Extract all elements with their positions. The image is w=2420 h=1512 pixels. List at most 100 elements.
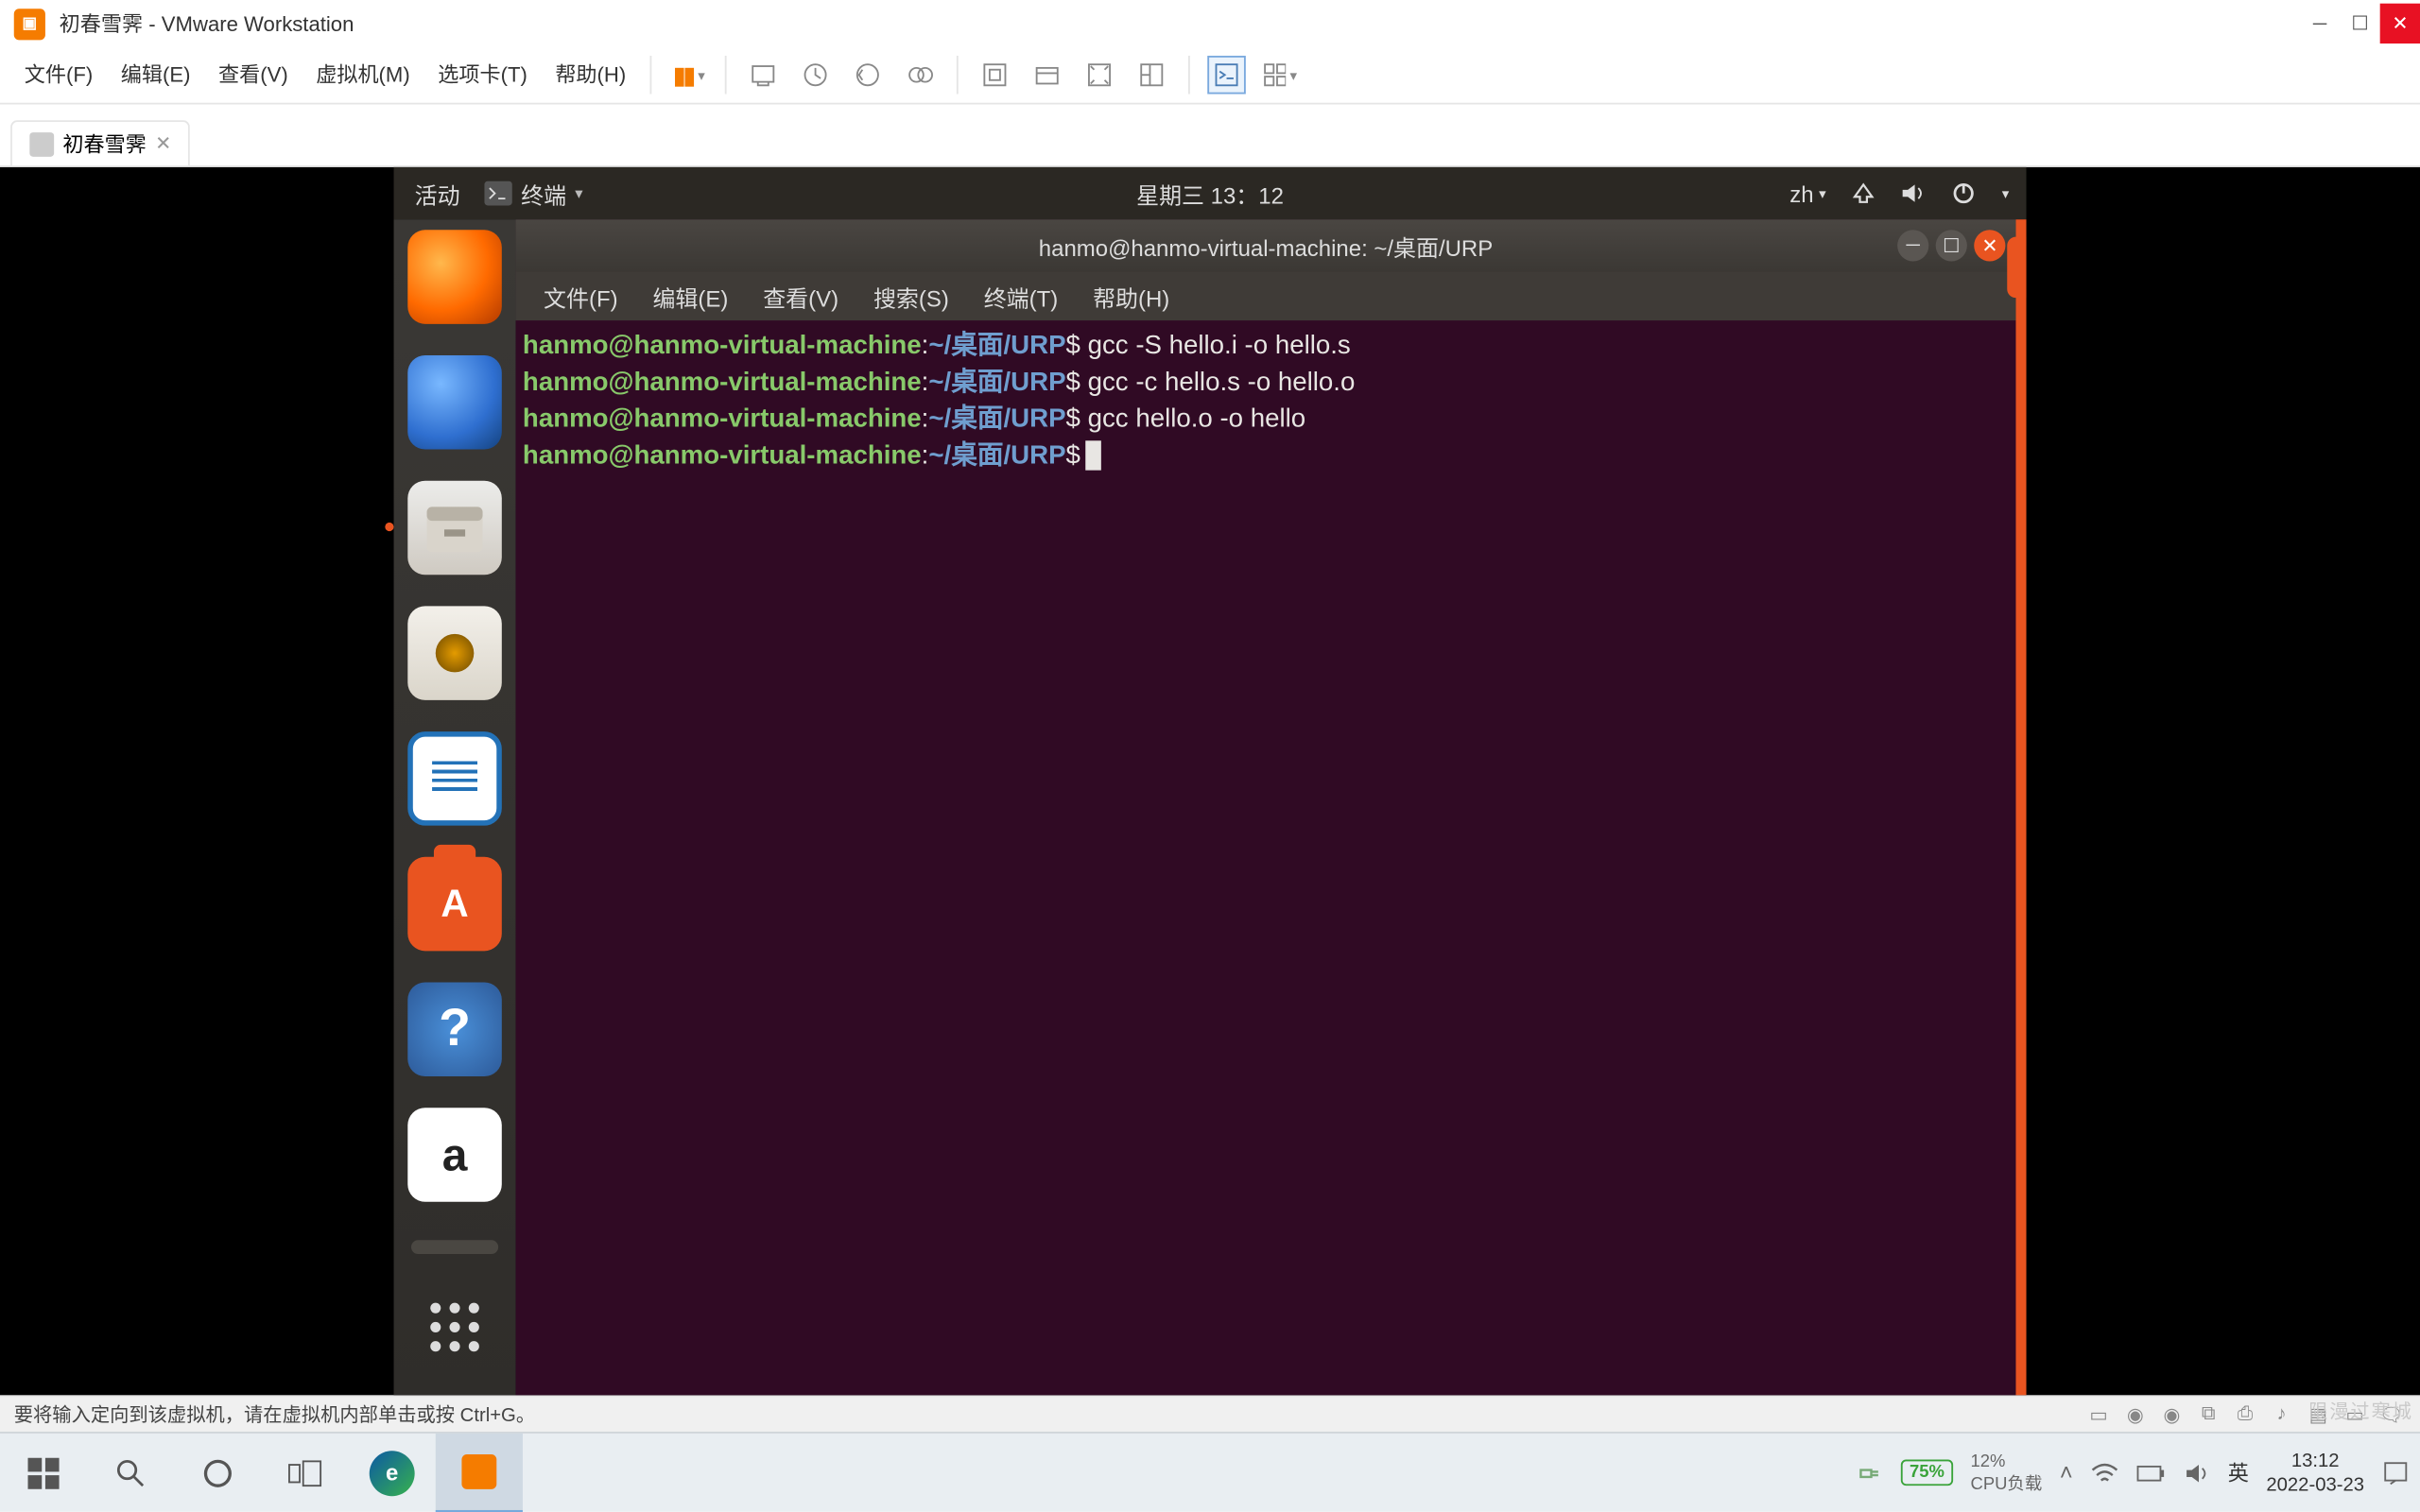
menu-help[interactable]: 帮助(H) <box>542 47 640 103</box>
activities-button[interactable]: 活动 <box>401 177 474 210</box>
terminal-menu-search[interactable]: 搜索(S) <box>856 280 967 313</box>
running-indicator-icon <box>385 523 393 531</box>
power-icon[interactable] <box>1951 181 1978 206</box>
snapshot-revert-button[interactable] <box>849 56 888 94</box>
terminal-line: hanmo@hanmo-virtual-machine:~/桌面/URP$ gc… <box>523 364 2009 401</box>
menu-view[interactable]: 查看(V) <box>204 47 302 103</box>
clock-label[interactable]: 星期三 13：12 <box>1136 177 1284 210</box>
device-cd-icon[interactable]: ◉ <box>2120 1402 2150 1427</box>
vmware-tabbar: 初春雪霁 ✕ <box>0 105 2420 167</box>
terminal-body[interactable]: hanmo@hanmo-virtual-machine:~/桌面/URP$ gc… <box>516 320 2016 481</box>
dock-show-apps[interactable] <box>430 1303 479 1352</box>
watermark-text: 限漫过寒城 <box>2308 1397 2413 1424</box>
terminal-minimize-button[interactable]: ─ <box>1897 230 1928 261</box>
cortana-button[interactable] <box>174 1433 261 1512</box>
send-ctrl-alt-del-button[interactable] <box>745 56 784 94</box>
dock-amazon[interactable]: a <box>407 1108 502 1202</box>
windows-taskbar: e 75% 12%CPU负载 ˄ 英 13:122022-03-23 <box>0 1432 2420 1512</box>
vmware-menubar: 文件(F) 编辑(E) 查看(V) 虚拟机(M) 选项卡(T) 帮助(H) ▮▮… <box>0 47 2420 105</box>
task-view-button[interactable] <box>261 1433 348 1512</box>
terminal-title: hanmo@hanmo-virtual-machine: ~/桌面/URP <box>1039 229 1493 262</box>
terminal-menu-terminal[interactable]: 终端(T) <box>966 280 1075 313</box>
volume-icon[interactable] <box>1901 181 1927 206</box>
dock-rhythmbox[interactable] <box>407 606 502 700</box>
input-method-indicator[interactable]: zh▾ <box>1789 180 1825 207</box>
chevron-down-icon: ▾ <box>575 183 582 202</box>
dock-thunderbird[interactable] <box>407 355 502 450</box>
terminal-menu-file[interactable]: 文件(F) <box>527 280 635 313</box>
screenshot-edge-icon <box>2007 237 2026 299</box>
unity-button[interactable] <box>1133 56 1172 94</box>
tray-volume-icon[interactable] <box>2185 1460 2211 1485</box>
dock-files[interactable] <box>407 481 502 576</box>
terminal-menu-view[interactable]: 查看(V) <box>746 280 856 313</box>
cursor-icon <box>1085 440 1101 470</box>
tray-battery-icon[interactable] <box>2135 1462 2167 1483</box>
terminal-menu-help[interactable]: 帮助(H) <box>1076 280 1187 313</box>
tray-chevron-icon[interactable]: ˄ <box>2060 1460 2073 1486</box>
dock-help[interactable]: ? <box>407 983 502 1077</box>
ubuntu-dock: A ? a <box>394 219 516 1395</box>
terminal-menubar: 文件(F) 编辑(E) 查看(V) 搜索(S) 终端(T) 帮助(H) <box>516 272 2016 321</box>
start-button[interactable] <box>0 1433 87 1512</box>
menu-file[interactable]: 文件(F) <box>10 47 107 103</box>
minimize-button[interactable]: ─ <box>2300 4 2340 43</box>
device-sound-icon[interactable]: ♪ <box>2267 1402 2296 1427</box>
device-hdd-icon[interactable]: ▭ <box>2083 1402 2113 1427</box>
terminal-icon <box>484 181 511 206</box>
close-tab-icon[interactable]: ✕ <box>155 132 171 155</box>
pause-vm-button[interactable]: ▮▮▾ <box>669 56 708 94</box>
tray-power-plug-icon[interactable] <box>1856 1459 1883 1486</box>
close-button[interactable]: ✕ <box>2380 4 2420 43</box>
terminal-line: hanmo@hanmo-virtual-machine:~/桌面/URP$ gc… <box>523 328 2009 365</box>
snapshot-button[interactable] <box>797 56 836 94</box>
dock-writer[interactable] <box>407 731 502 826</box>
fit-guest-button[interactable] <box>977 56 1015 94</box>
menu-tabs[interactable]: 选项卡(T) <box>424 47 541 103</box>
terminal-maximize-button[interactable]: ☐ <box>1936 230 1967 261</box>
terminal-close-button[interactable]: ✕ <box>1974 230 2005 261</box>
menu-edit[interactable]: 编辑(E) <box>107 47 204 103</box>
app-menu-label: 终端 <box>521 177 566 210</box>
terminal-line: hanmo@hanmo-virtual-machine:~/桌面/URP$ <box>523 438 2009 474</box>
vmware-logo-icon: ▣ <box>14 8 45 39</box>
thumbnail-view-button[interactable]: ▾ <box>1260 56 1299 94</box>
ubuntu-desktop: 活动 终端 ▾ 星期三 13：12 zh▾ ▾ <box>394 167 2027 1395</box>
vm-tab-icon <box>29 131 54 156</box>
vmware-titlebar: ▣ 初春雪霁 - VMware Workstation ─ ☐ ✕ <box>0 0 2420 47</box>
ubuntu-topbar: 活动 终端 ▾ 星期三 13：12 zh▾ ▾ <box>394 167 2027 219</box>
device-net-icon[interactable]: ⧉ <box>2193 1402 2222 1427</box>
dock-firefox[interactable] <box>407 230 502 324</box>
cpu-load-indicator[interactable]: 12%CPU负载 <box>1971 1450 2043 1495</box>
ime-indicator[interactable]: 英 <box>2228 1458 2249 1487</box>
notifications-icon[interactable] <box>2382 1459 2410 1486</box>
terminal-menu-edit[interactable]: 编辑(E) <box>635 280 746 313</box>
taskbar-clock[interactable]: 13:122022-03-23 <box>2266 1449 2364 1498</box>
window-title: 初春雪霁 - VMware Workstation <box>60 9 354 38</box>
vm-tab[interactable]: 初春雪霁 ✕ <box>10 120 190 165</box>
taskbar-edge[interactable]: e <box>349 1433 436 1512</box>
wifi-icon[interactable] <box>2090 1460 2118 1485</box>
battery-indicator[interactable]: 75% <box>1901 1460 1953 1486</box>
maximize-button[interactable]: ☐ <box>2340 4 2379 43</box>
taskbar-vmware[interactable] <box>436 1433 523 1512</box>
terminal-window: hanmo@hanmo-virtual-machine: ~/桌面/URP ─ … <box>516 219 2027 1395</box>
snapshot-manager-button[interactable] <box>901 56 940 94</box>
chevron-down-icon: ▾ <box>2002 185 2009 201</box>
terminal-line: hanmo@hanmo-virtual-machine:~/桌面/URP$ gc… <box>523 401 2009 438</box>
vmware-statusbar: 要将输入定向到该虚拟机，请在虚拟机内部单击或按 Ctrl+G。 ▭ ◉ ◉ ⧉ … <box>0 1395 2420 1432</box>
device-cd2-icon[interactable]: ◉ <box>2157 1402 2187 1427</box>
menu-vm[interactable]: 虚拟机(M) <box>302 47 424 103</box>
console-view-button[interactable] <box>1208 56 1247 94</box>
terminal-titlebar[interactable]: hanmo@hanmo-virtual-machine: ~/桌面/URP ─ … <box>516 219 2016 271</box>
vm-tab-label: 初春雪霁 <box>62 129 146 158</box>
guest-display[interactable]: 活动 终端 ▾ 星期三 13：12 zh▾ ▾ <box>0 167 2420 1395</box>
fit-window-button[interactable] <box>1028 56 1067 94</box>
network-icon[interactable] <box>1850 181 1876 206</box>
fullscreen-button[interactable] <box>1080 56 1119 94</box>
dock-software[interactable]: A <box>407 857 502 952</box>
dock-trash[interactable] <box>411 1240 498 1254</box>
device-usb-icon[interactable]: ⎙ <box>2230 1402 2259 1427</box>
search-button[interactable] <box>87 1433 174 1512</box>
app-menu-terminal[interactable]: 终端 ▾ <box>474 177 593 210</box>
